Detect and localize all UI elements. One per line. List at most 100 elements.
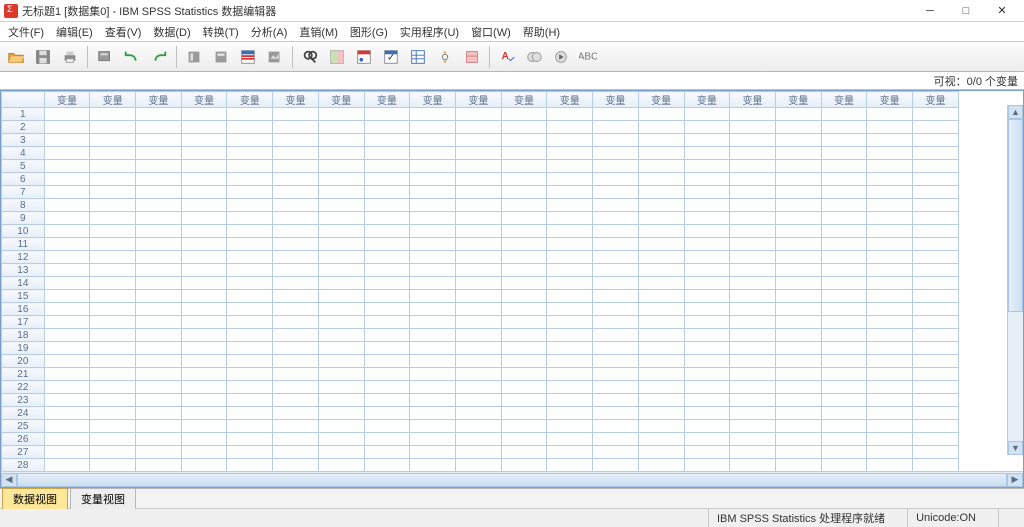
- data-cell[interactable]: [90, 355, 136, 368]
- data-cell[interactable]: [684, 264, 730, 277]
- data-cell[interactable]: [913, 303, 959, 316]
- data-cell[interactable]: [90, 108, 136, 121]
- data-cell[interactable]: [867, 147, 913, 160]
- data-cell[interactable]: [318, 147, 364, 160]
- data-cell[interactable]: [410, 303, 456, 316]
- show-all-variables-icon[interactable]: [460, 45, 484, 69]
- data-cell[interactable]: [593, 368, 639, 381]
- scroll-right-arrow[interactable]: ▶: [1007, 473, 1023, 487]
- data-cell[interactable]: [638, 303, 684, 316]
- data-cell[interactable]: [684, 173, 730, 186]
- data-cell[interactable]: [136, 394, 182, 407]
- data-cell[interactable]: [913, 264, 959, 277]
- data-cell[interactable]: [318, 394, 364, 407]
- data-cell[interactable]: [44, 459, 90, 472]
- data-cell[interactable]: [913, 225, 959, 238]
- data-cell[interactable]: [44, 355, 90, 368]
- data-cell[interactable]: [501, 121, 547, 134]
- data-cell[interactable]: [638, 316, 684, 329]
- data-cell[interactable]: [364, 173, 410, 186]
- data-cell[interactable]: [638, 355, 684, 368]
- data-cell[interactable]: [44, 342, 90, 355]
- data-cell[interactable]: [638, 147, 684, 160]
- data-cell[interactable]: [867, 134, 913, 147]
- data-cell[interactable]: [410, 420, 456, 433]
- data-cell[interactable]: [455, 459, 501, 472]
- data-cell[interactable]: [730, 121, 776, 134]
- data-cell[interactable]: [44, 108, 90, 121]
- data-cell[interactable]: [181, 121, 227, 134]
- row-header[interactable]: 26: [2, 433, 45, 446]
- data-cell[interactable]: [410, 342, 456, 355]
- data-cell[interactable]: [410, 251, 456, 264]
- data-cell[interactable]: [318, 420, 364, 433]
- data-grid[interactable]: 变量变量变量变量变量变量变量变量变量变量变量变量变量变量变量变量变量变量变量变量…: [1, 91, 959, 471]
- data-cell[interactable]: [638, 173, 684, 186]
- data-cell[interactable]: [913, 121, 959, 134]
- data-cell[interactable]: [684, 251, 730, 264]
- data-cell[interactable]: [364, 433, 410, 446]
- data-cell[interactable]: [227, 407, 273, 420]
- column-header[interactable]: 变量: [364, 92, 410, 108]
- data-cell[interactable]: [318, 251, 364, 264]
- data-cell[interactable]: [136, 459, 182, 472]
- data-cell[interactable]: [775, 407, 821, 420]
- data-cell[interactable]: [501, 329, 547, 342]
- data-cell[interactable]: [410, 394, 456, 407]
- data-cell[interactable]: [227, 446, 273, 459]
- data-cell[interactable]: [547, 160, 593, 173]
- data-cell[interactable]: [730, 407, 776, 420]
- data-cell[interactable]: [913, 329, 959, 342]
- tab-variable-view[interactable]: 变量视图: [70, 488, 136, 509]
- data-cell[interactable]: [90, 160, 136, 173]
- data-cell[interactable]: [318, 186, 364, 199]
- data-cell[interactable]: [684, 381, 730, 394]
- weight-cases-icon[interactable]: [352, 45, 376, 69]
- data-cell[interactable]: [775, 160, 821, 173]
- data-cell[interactable]: [90, 368, 136, 381]
- data-cell[interactable]: [364, 264, 410, 277]
- data-cell[interactable]: [547, 355, 593, 368]
- data-cell[interactable]: [501, 199, 547, 212]
- data-cell[interactable]: [181, 251, 227, 264]
- data-cell[interactable]: [364, 407, 410, 420]
- data-cell[interactable]: [227, 199, 273, 212]
- data-cell[interactable]: [181, 199, 227, 212]
- data-cell[interactable]: [44, 225, 90, 238]
- data-cell[interactable]: [867, 420, 913, 433]
- data-cell[interactable]: [730, 277, 776, 290]
- row-header[interactable]: 28: [2, 459, 45, 472]
- data-cell[interactable]: [364, 212, 410, 225]
- data-cell[interactable]: [684, 329, 730, 342]
- row-header[interactable]: 2: [2, 121, 45, 134]
- data-cell[interactable]: [364, 355, 410, 368]
- data-cell[interactable]: [227, 433, 273, 446]
- data-cell[interactable]: [867, 277, 913, 290]
- menu-view[interactable]: 查看(V): [99, 22, 148, 42]
- data-cell[interactable]: [730, 147, 776, 160]
- row-header[interactable]: 27: [2, 446, 45, 459]
- select-cases-icon[interactable]: ✓: [379, 45, 403, 69]
- data-cell[interactable]: [44, 394, 90, 407]
- tab-data-view[interactable]: 数据视图: [2, 488, 68, 509]
- data-cell[interactable]: [638, 251, 684, 264]
- data-cell[interactable]: [364, 238, 410, 251]
- data-cell[interactable]: [181, 420, 227, 433]
- vertical-scroll-thumb[interactable]: [1008, 119, 1023, 312]
- minimize-button[interactable]: ─: [912, 1, 948, 21]
- data-cell[interactable]: [273, 368, 319, 381]
- data-cell[interactable]: [821, 329, 867, 342]
- data-cell[interactable]: [593, 199, 639, 212]
- data-cell[interactable]: [547, 394, 593, 407]
- data-cell[interactable]: [318, 316, 364, 329]
- data-cell[interactable]: [364, 290, 410, 303]
- data-cell[interactable]: [501, 303, 547, 316]
- data-cell[interactable]: [136, 329, 182, 342]
- data-cell[interactable]: [44, 134, 90, 147]
- data-cell[interactable]: [44, 186, 90, 199]
- data-cell[interactable]: [821, 264, 867, 277]
- data-cell[interactable]: [318, 134, 364, 147]
- data-cell[interactable]: [227, 134, 273, 147]
- data-cell[interactable]: [684, 342, 730, 355]
- data-cell[interactable]: [410, 108, 456, 121]
